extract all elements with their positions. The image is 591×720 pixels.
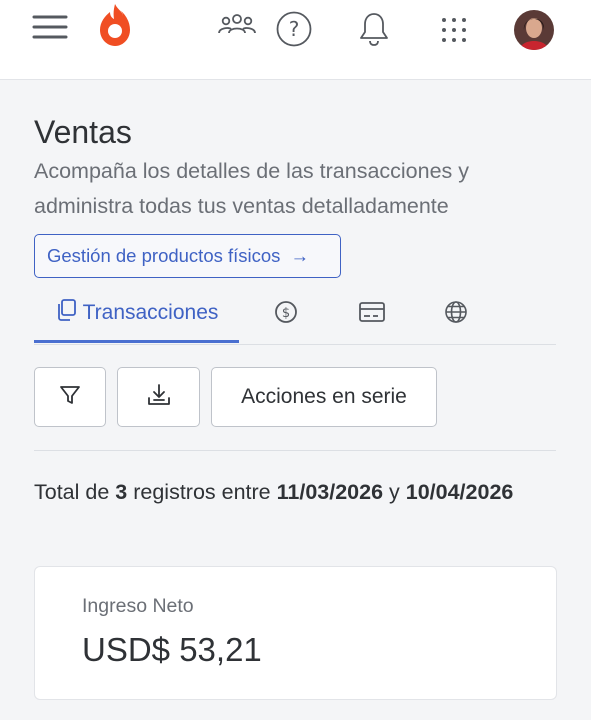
- summary-middle: registros entre: [127, 480, 277, 504]
- physical-products-label: Gestión de productos físicos: [47, 245, 281, 266]
- net-income-card: Ingreso Neto USD$ 53,21: [34, 566, 557, 700]
- hotmart-logo[interactable]: [94, 0, 136, 50]
- net-income-value: USD$ 53,21: [82, 631, 262, 668]
- avatar[interactable]: [514, 10, 554, 50]
- download-button[interactable]: [117, 367, 200, 427]
- tab-bar: Transacciones $: [34, 285, 556, 345]
- summary-prefix: Total de: [34, 480, 116, 504]
- arrow-right-icon: →: [290, 245, 309, 266]
- menu-icon[interactable]: [30, 12, 70, 42]
- page-description: Acompaña los detalles de las transaccion…: [34, 159, 470, 218]
- svg-text:?: ?: [289, 17, 300, 41]
- bulk-actions-button[interactable]: Acciones en serie: [211, 367, 437, 427]
- globe-icon: [444, 300, 468, 329]
- tab-international[interactable]: [436, 285, 476, 343]
- physical-products-button[interactable]: Gestión de productos físicos →: [34, 234, 341, 278]
- top-bar: ?: [0, 0, 591, 80]
- page-title: Ventas: [34, 114, 132, 150]
- tab-transacciones[interactable]: Transacciones: [34, 285, 239, 343]
- copy-icon: [55, 298, 77, 328]
- filter-icon: [59, 384, 81, 411]
- bell-icon[interactable]: [354, 8, 394, 50]
- net-income-label: Ingreso Neto: [82, 595, 194, 617]
- apps-grid-icon[interactable]: [434, 10, 474, 50]
- records-count: 3: [115, 480, 128, 504]
- filter-button[interactable]: [34, 367, 106, 427]
- date-to: 10/04/2026: [405, 480, 514, 504]
- summary-connector: y: [383, 480, 406, 504]
- help-icon[interactable]: ?: [273, 8, 315, 50]
- download-icon: [146, 382, 172, 413]
- divider: [34, 450, 556, 451]
- tab-transacciones-label: Transacciones: [82, 300, 219, 324]
- tab-payments[interactable]: $: [264, 285, 308, 343]
- credit-card-icon: [359, 301, 385, 327]
- tab-cards[interactable]: [352, 285, 392, 343]
- svg-text:$: $: [282, 306, 290, 321]
- date-from: 11/03/2026: [276, 480, 384, 504]
- records-summary: Total de 3 registros entre 11/03/2026 y …: [34, 476, 554, 509]
- people-icon[interactable]: [214, 8, 260, 44]
- dollar-coin-icon: $: [274, 300, 298, 329]
